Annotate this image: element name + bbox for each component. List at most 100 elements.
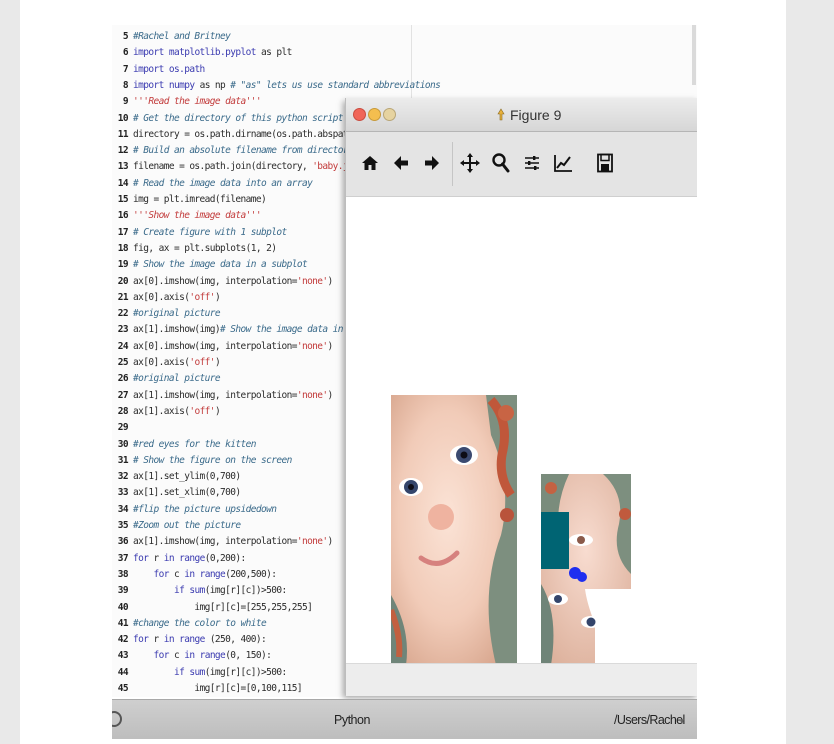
code-line: 39 if sum(img[r][c])>500: — [112, 583, 287, 599]
code-token: c — [173, 568, 185, 580]
code-token: os.path — [168, 63, 205, 75]
code-token: #red eyes for the kitten — [133, 438, 256, 450]
working-directory[interactable]: /Users/Rachel — [614, 713, 685, 727]
code-token: #flip the picture upsidedown — [133, 503, 277, 515]
save-button[interactable] — [594, 150, 616, 176]
code-token: ax[1].set_xlim(0,700) — [133, 487, 241, 499]
original-picture — [391, 395, 517, 665]
code-token: in — [163, 634, 180, 646]
line-number: 26 — [117, 373, 129, 385]
window-titlebar[interactable]: Figure 9 — [346, 98, 697, 132]
line-number: 30 — [117, 438, 129, 450]
code-token: (0, 150): — [225, 650, 272, 662]
code-line: 45 img[r][c]=[0,100,115] — [112, 681, 303, 697]
code-token: c — [173, 650, 185, 662]
code-token: # Show the figure on the screen — [133, 454, 292, 466]
back-button[interactable] — [390, 150, 412, 176]
code-token: import — [133, 63, 169, 75]
code-line: 9 '''Read the image data''' — [112, 94, 262, 110]
zoom-window-button[interactable] — [383, 108, 396, 121]
line-number: 16 — [117, 210, 129, 222]
code-token: # Read the image data into an array — [133, 177, 313, 189]
line-number: 39 — [117, 585, 129, 597]
code-token: #Rachel and Britney — [133, 31, 231, 42]
code-line: 43 for c in range(0, 150): — [112, 648, 272, 664]
code-token: img[r][c]=[0,100,115] — [133, 683, 302, 694]
code-line: 22 #original picture — [112, 306, 221, 322]
code-line: 17 # Create figure with 1 subplot — [112, 225, 287, 241]
chevron-down-icon[interactable]: ▼ — [678, 717, 686, 726]
code-line: 27 ax[1].imshow(img, interpolation='none'… — [112, 388, 334, 404]
code-token: as np — [194, 79, 231, 91]
code-token: for — [153, 650, 174, 662]
code-line: 7 import os.path — [112, 62, 205, 78]
line-number: 10 — [117, 112, 129, 124]
bottom-status-bar: Python /Users/Rachel ▼ — [112, 699, 697, 739]
line-number: 28 — [117, 405, 129, 417]
screenshot: 5 #Rachel and Britney 6 import matplotlib.p… — [112, 25, 697, 739]
zoom-button[interactable] — [490, 150, 512, 176]
code-token: 'none' — [296, 389, 328, 401]
python-rocket-icon — [497, 108, 505, 121]
toolbar-separator — [452, 142, 453, 186]
code-line: 26 #original picture — [112, 371, 221, 387]
code-token: if — [173, 666, 190, 678]
line-number: 23 — [117, 324, 129, 336]
code-token: sum — [189, 585, 205, 597]
code-token: 'off' — [189, 357, 215, 368]
code-token: in — [163, 552, 180, 564]
forward-button[interactable] — [421, 150, 443, 176]
code-token: 'none' — [296, 340, 328, 352]
figure-toolbar — [346, 132, 697, 197]
code-token: (img[r][c])>500: — [204, 666, 288, 678]
code-line: 28 ax[1].axis('off') — [112, 404, 221, 420]
editor-scrollbar[interactable] — [692, 25, 696, 85]
code-token: 'off' — [189, 405, 215, 417]
code-line: 29 — [112, 420, 133, 436]
edit-curves-button[interactable] — [552, 150, 574, 176]
line-number: 40 — [117, 601, 129, 613]
line-number: 29 — [117, 422, 129, 434]
figure-status-strip — [346, 663, 697, 696]
configure-subplots-button[interactable] — [521, 150, 543, 176]
code-token: ax[0].axis( — [133, 357, 190, 368]
figure-canvas[interactable] — [346, 197, 697, 665]
line-number: 32 — [117, 471, 129, 483]
close-window-button[interactable] — [353, 108, 366, 121]
code-token: img[r][c]=[255,255,255] — [133, 601, 313, 613]
figure-window[interactable]: Figure 9 — [345, 98, 697, 696]
code-token: ax[1].axis( — [133, 405, 190, 417]
code-line: 10 # Get the directory of this python scr… — [112, 111, 344, 127]
line-number: 35 — [117, 520, 129, 531]
code-token: (img[r][c])>500: — [204, 585, 288, 597]
line-number: 8 — [122, 79, 129, 91]
minimize-window-button[interactable] — [368, 108, 381, 121]
home-icon — [362, 156, 378, 170]
line-number: 19 — [117, 259, 129, 271]
code-token: ax[0].imshow(img, interpolation= — [133, 275, 297, 287]
line-number: 11 — [117, 128, 129, 140]
code-token: 'off' — [189, 291, 215, 303]
code-token: img = plt.imread(filename) — [133, 194, 267, 205]
home-button[interactable] — [359, 150, 381, 176]
save-floppy-icon — [597, 153, 613, 173]
code-token: #change the color to white — [133, 617, 267, 629]
code-line: 24 ax[0].imshow(img, interpolation='none'… — [112, 339, 334, 355]
code-line: 8 import numpy as np # "as" lets us use s… — [112, 78, 441, 94]
line-number: 22 — [117, 308, 129, 320]
line-number: 15 — [117, 194, 129, 205]
subplots-config-icon — [525, 156, 539, 170]
code-token: # Create figure with 1 subplot — [133, 226, 287, 238]
code-line: 30 #red eyes for the kitten — [112, 437, 257, 453]
code-token: in — [184, 568, 200, 580]
code-line: 16 '''Show the image data''' — [112, 208, 262, 224]
code-token: (0,200): — [204, 552, 247, 564]
code-token: ) — [327, 275, 334, 287]
line-number: 38 — [117, 568, 129, 580]
code-line: 15 img = plt.imread(filename) — [112, 192, 267, 208]
interpreter-label: Python — [334, 713, 370, 727]
code-token: ax[1].imshow(img, interpolation= — [133, 536, 297, 548]
pan-button[interactable] — [459, 150, 481, 176]
code-line: 37 for r in range(0,200): — [112, 551, 247, 567]
